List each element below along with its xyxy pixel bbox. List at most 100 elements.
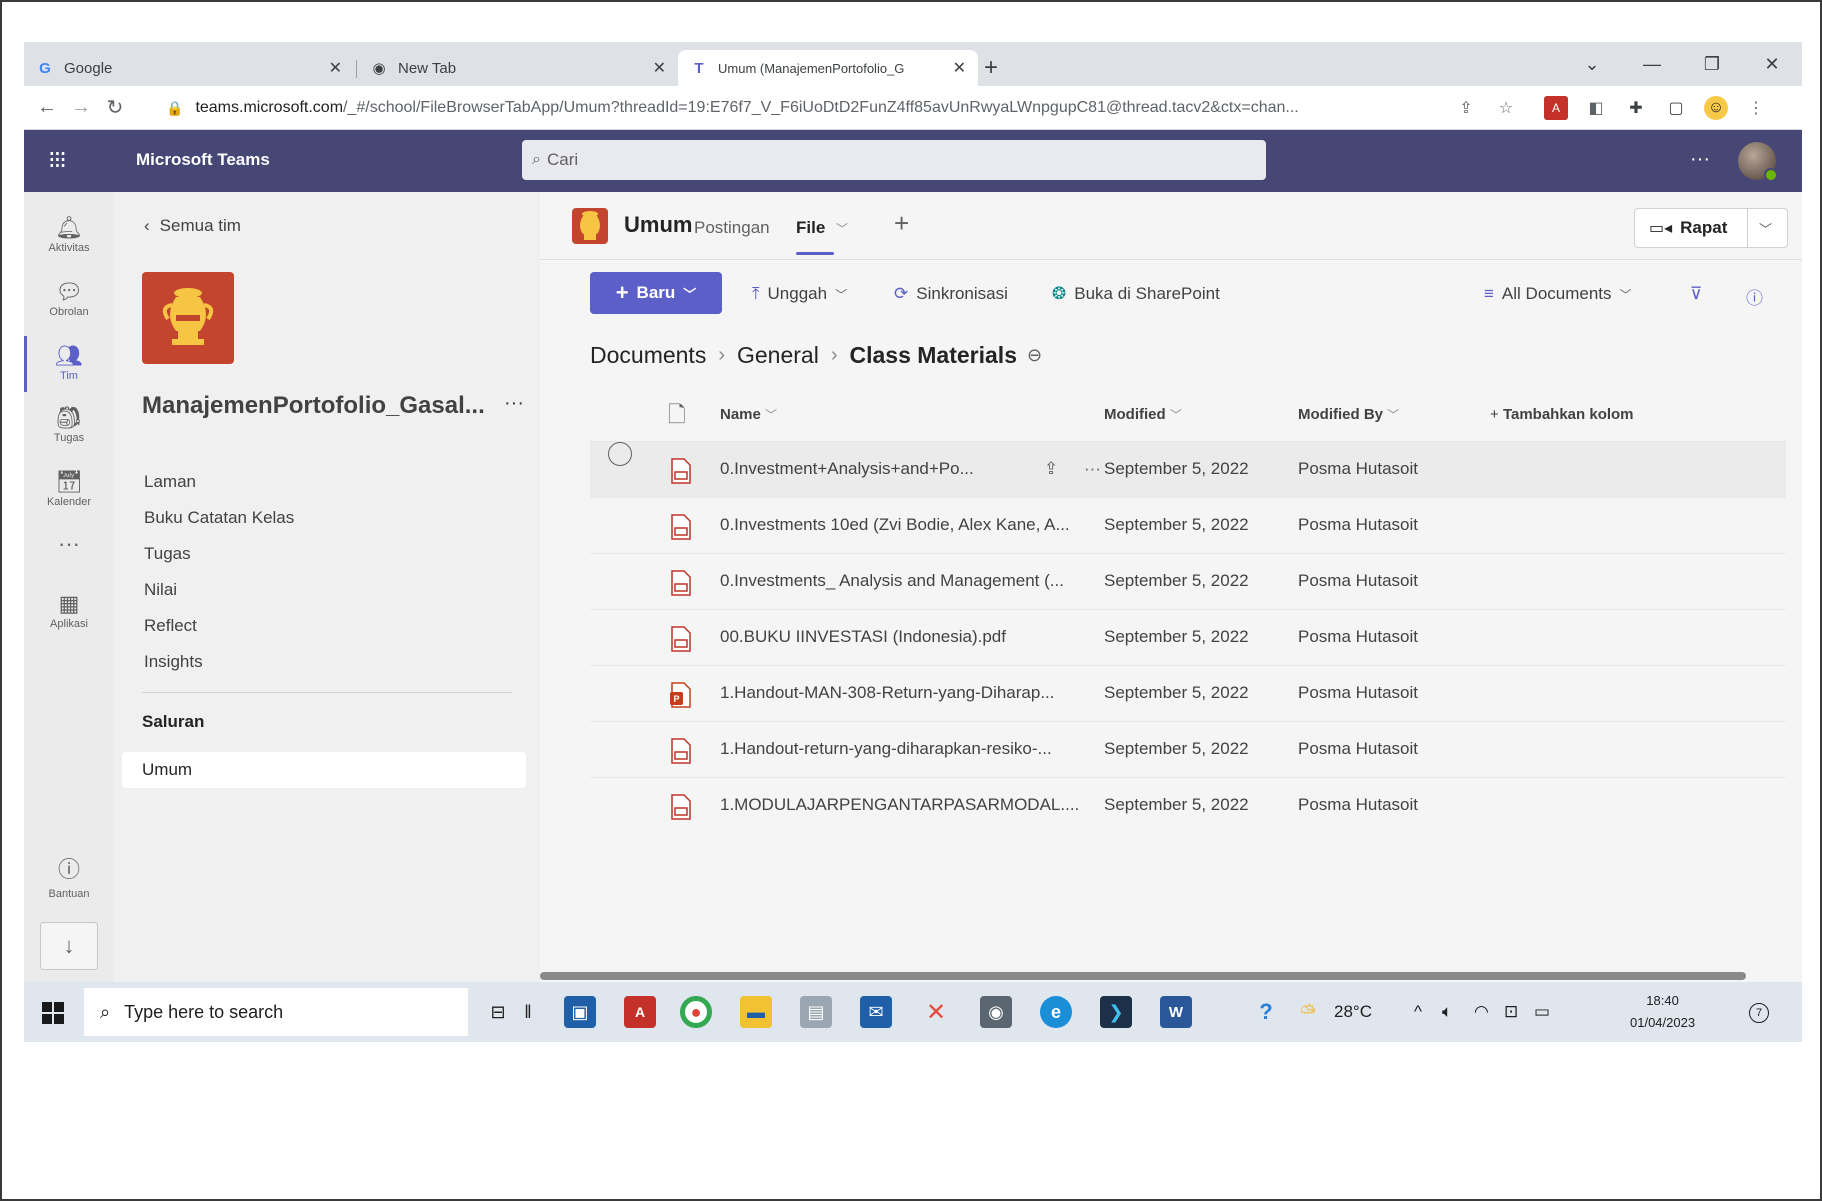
bookmark-star-icon[interactable]: ☆ <box>1494 96 1518 120</box>
restore-icon[interactable]: ❐ <box>1682 54 1742 75</box>
tab-file[interactable]: File ﹀ <box>796 218 848 255</box>
tab-new-tab[interactable]: ◉ New Tab ✕ <box>358 50 678 86</box>
puzzle-icon[interactable]: ✚ <box>1624 96 1648 120</box>
temperature[interactable]: 28°C <box>1334 1002 1372 1022</box>
forward-arrow-icon[interactable]: → <box>64 96 98 119</box>
download-icon[interactable]: ↓ <box>40 922 98 970</box>
help-tray-icon[interactable]: ? <box>1250 996 1282 1028</box>
sync-button[interactable]: ⟳ Sinkronisasi <box>894 284 1008 304</box>
file-name[interactable]: 1.Handout-MAN-308-Return-yang-Diharap... <box>720 666 1055 720</box>
rail-item-activity[interactable]: 🔔︎ Aktivitas <box>24 214 114 254</box>
table-row[interactable]: P 1.Handout-MAN-308-Return-yang-Diharap.… <box>590 666 1786 722</box>
team-nav-item[interactable]: Tugas <box>144 536 294 572</box>
tab-google[interactable]: G Google ✕ <box>24 50 354 86</box>
tab-postingan[interactable]: Postingan <box>694 218 770 238</box>
minimize-icon[interactable]: — <box>1622 54 1682 75</box>
settings-more-icon[interactable]: ··· <box>1690 148 1710 171</box>
row-more-icon[interactable]: ··· <box>1084 442 1101 496</box>
copy-link-icon[interactable]: ⊖ <box>1027 345 1042 366</box>
app-launcher-icon[interactable]: ⁝⁝⁝ <box>48 146 67 175</box>
vscode-icon[interactable]: ❯ <box>1100 996 1132 1028</box>
team-more-options-icon[interactable]: ··· <box>504 392 524 415</box>
rail-item-apps[interactable]: ▦ Aplikasi <box>24 590 114 630</box>
file-type-icon[interactable]: 🗋 <box>668 388 686 442</box>
horizontal-scrollbar[interactable] <box>540 972 1746 980</box>
file-name[interactable]: 0.Investments_ Analysis and Management (… <box>720 554 1064 608</box>
rail-item-help[interactable]: ⓘ Bantuan <box>24 852 114 902</box>
team-nav-item[interactable]: Insights <box>144 644 294 680</box>
weather-icon[interactable]: ⛅︎ <box>1300 1002 1316 1025</box>
tab-teams[interactable]: T Umum (ManajemenPortofolio_G ✕ <box>678 50 978 86</box>
edge-icon[interactable]: e <box>1040 996 1072 1028</box>
show-hidden-icons-icon[interactable]: ^ <box>1414 1002 1422 1022</box>
extension-icon[interactable]: ◧ <box>1584 96 1608 120</box>
column-header-modified-by[interactable]: Modified By ﹀ <box>1298 388 1399 442</box>
row-select-radio[interactable] <box>608 442 632 466</box>
open-sharepoint-button[interactable]: ❂ Buka di SharePoint <box>1052 284 1220 304</box>
share-file-icon[interactable]: ⇪ <box>1044 442 1058 496</box>
menu-dots-icon[interactable]: ⋮ <box>1744 96 1768 120</box>
chevron-down-icon[interactable]: ﹀ <box>1759 219 1772 238</box>
wifi-icon[interactable]: ◠ <box>1474 1002 1489 1022</box>
table-row[interactable]: 1.Handout-return-yang-diharapkan-resiko-… <box>590 722 1786 778</box>
taskbar-search-input[interactable]: ⌕ Type here to search <box>84 988 468 1036</box>
share-icon[interactable]: ⇪ <box>1454 96 1478 120</box>
close-tab-icon[interactable]: ✕ <box>653 58 666 78</box>
team-nav-item[interactable]: Laman <box>144 464 294 500</box>
table-row[interactable]: 0.Investments 10ed (Zvi Bodie, Alex Kane… <box>590 498 1786 554</box>
close-window-icon[interactable]: ✕ <box>1742 54 1802 75</box>
file-name[interactable]: 1.MODULAJARPENGANTARPASARMODAL.... <box>720 778 1079 832</box>
rail-item-calendar[interactable]: 📅︎ Kalender <box>24 468 114 508</box>
view-selector[interactable]: ≡ All Documents ﹀ <box>1484 284 1632 304</box>
close-tab-icon[interactable]: ✕ <box>329 58 342 78</box>
table-row[interactable]: 1.MODULAJARPENGANTARPASARMODAL.... Septe… <box>590 778 1786 834</box>
windows-start-icon[interactable] <box>42 1002 64 1024</box>
xampp-icon[interactable]: ✕ <box>920 996 952 1028</box>
table-row[interactable]: 0.Investments_ Analysis and Management (… <box>590 554 1786 610</box>
clock[interactable]: 18:40 01/04/2023 <box>1630 990 1695 1034</box>
tab-search-icon[interactable]: ⌄ <box>1562 54 1622 75</box>
volume-icon[interactable]: 🔈︎ <box>1442 1002 1452 1022</box>
info-icon[interactable]: ⓘ <box>1746 284 1763 309</box>
table-row[interactable]: 0.Investment+Analysis+and+Po... ⇪ ··· Se… <box>590 442 1786 498</box>
battery-icon[interactable]: ▭ <box>1534 1002 1550 1022</box>
notification-center-icon[interactable]: 7 <box>1744 998 1774 1028</box>
search-input[interactable]: ⌕ Cari <box>522 140 1266 180</box>
channel-item-umum[interactable]: Umum <box>122 752 526 788</box>
team-nav-item[interactable]: Reflect <box>144 608 294 644</box>
new-button[interactable]: + Baru ﹀ <box>590 272 722 314</box>
rail-item-assignments[interactable]: 🎒︎ Tugas <box>24 404 114 444</box>
snipping-tool-icon[interactable]: ▤ <box>800 996 832 1028</box>
team-nav-item[interactable]: Buku Catatan Kelas <box>144 500 294 536</box>
table-row[interactable]: 00.BUKU IINVESTASI (Indonesia).pdf Septe… <box>590 610 1786 666</box>
close-tab-icon[interactable]: ✕ <box>953 58 966 78</box>
add-tab-icon[interactable]: + <box>894 208 909 239</box>
column-header-name[interactable]: Name ﹀ <box>720 388 777 442</box>
meet-now-icon[interactable]: ⊡ <box>1504 1002 1518 1022</box>
rail-item-more[interactable]: ··· <box>24 530 114 558</box>
file-name[interactable]: 1.Handout-return-yang-diharapkan-resiko-… <box>720 722 1052 776</box>
file-name[interactable]: 00.BUKU IINVESTASI (Indonesia).pdf <box>720 610 1006 664</box>
rail-item-chat[interactable]: 💬︎ Obrolan <box>24 278 114 318</box>
breadcrumb-item[interactable]: General <box>737 342 819 369</box>
reload-icon[interactable]: ↻ <box>98 95 132 120</box>
mail-icon[interactable]: ✉ <box>860 996 892 1028</box>
word-icon[interactable]: W <box>1160 996 1192 1028</box>
store-icon[interactable]: ▣ <box>564 996 596 1028</box>
rail-item-teams[interactable]: 👥︎ Tim <box>24 336 114 392</box>
address-bar[interactable]: 🔒 teams.microsoft.com/_#/school/FileBrow… <box>166 92 1446 124</box>
task-view-icon[interactable]: ⊟ <box>482 996 514 1028</box>
team-nav-item[interactable]: Nilai <box>144 572 294 608</box>
back-to-teams-link[interactable]: ‹ Semua tim <box>144 216 241 236</box>
filter-icon[interactable]: ⊽ <box>1690 284 1702 304</box>
upload-button[interactable]: ⤒ Unggah ﹀ <box>752 284 847 304</box>
file-name[interactable]: 0.Investment+Analysis+and+Po... <box>720 442 974 496</box>
column-header-modified[interactable]: Modified ﹀ <box>1104 388 1182 442</box>
avatar[interactable] <box>1738 142 1778 182</box>
breadcrumb-item[interactable]: Documents <box>590 342 706 369</box>
file-name[interactable]: 0.Investments 10ed (Zvi Bodie, Alex Kane… <box>720 498 1070 552</box>
chrome-icon[interactable]: ● <box>680 996 712 1028</box>
camera-icon[interactable]: ◉ <box>980 996 1012 1028</box>
new-tab-icon[interactable]: + <box>984 54 998 82</box>
back-arrow-icon[interactable]: ← <box>30 96 64 119</box>
